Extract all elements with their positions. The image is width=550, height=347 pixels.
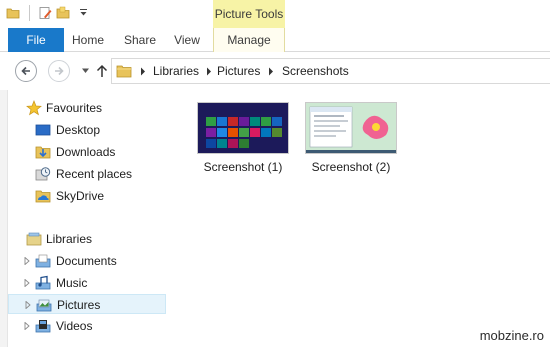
sidebar-item-music[interactable]: Music [8,273,166,293]
chevron-right-icon[interactable] [140,67,146,76]
sidebar-item-downloads[interactable]: Downloads [8,142,166,162]
navigation-bar: Libraries Pictures Screenshots [0,52,550,90]
chevron-right-icon[interactable] [268,67,274,76]
libraries-header[interactable]: Libraries [8,229,166,249]
folder-icon[interactable] [6,6,20,20]
ribbon-tab-bar: File Home Share View Manage [0,28,550,52]
sidebar-item-label: Pictures [57,298,101,312]
file-name: Screenshot (2) [311,160,391,174]
sidebar-item-desktop[interactable]: Desktop [8,120,166,140]
sidebar-item-label: Videos [56,319,93,333]
forward-button[interactable] [48,60,70,82]
sidebar-item-recent-places[interactable]: Recent places [8,164,166,184]
recent-locations-dropdown-icon[interactable] [81,66,90,75]
sidebar-item-label: Documents [56,254,117,268]
up-arrow-icon[interactable] [96,64,108,78]
tab-file[interactable]: File [8,28,64,52]
tab-view[interactable]: View [168,28,206,52]
desktop-icon [35,124,51,136]
music-library-icon [35,275,51,290]
thumbnail-desktop [305,102,397,154]
properties-icon[interactable] [38,6,52,20]
libraries-icon [26,232,42,246]
tab-home[interactable]: Home [66,28,110,52]
expand-arrow-icon[interactable] [24,322,30,330]
skydrive-icon [35,190,51,203]
sidebar-item-label: Recent places [56,167,133,181]
sidebar-item-documents[interactable]: Documents [8,251,166,271]
pictures-library-icon [36,299,52,312]
breadcrumb-screenshots[interactable]: Screenshots [282,64,349,78]
expand-arrow-icon[interactable] [24,257,30,265]
sidebar-item-skydrive[interactable]: SkyDrive [8,186,166,206]
breadcrumb-libraries[interactable]: Libraries [153,64,199,78]
recent-places-icon [35,167,51,181]
address-bar[interactable]: Libraries Pictures Screenshots [111,58,550,84]
qat-separator [29,5,30,21]
arrow-left-icon [21,66,30,76]
tab-manage[interactable]: Manage [213,28,285,52]
thumbnail-start-screen [197,102,289,154]
desktop-thumbnail-art [306,106,396,153]
folder-icon [116,65,132,78]
tab-share[interactable]: Share [118,28,162,52]
favourites-header[interactable]: Favourites [8,98,166,118]
navigation-pane-edge [0,90,8,347]
file-item[interactable]: Screenshot (1) [184,102,302,174]
back-button[interactable] [15,60,37,82]
downloads-icon [35,146,51,159]
expand-arrow-icon[interactable] [25,301,31,309]
sidebar-item-label: Desktop [56,123,101,137]
file-item[interactable]: Screenshot (2) [292,102,410,174]
file-list: Screenshot (1) Screenshot (2) [168,90,550,347]
file-name: Screenshot (1) [203,160,283,174]
breadcrumb-pictures[interactable]: Pictures [217,64,260,78]
sidebar-item-pictures[interactable]: Pictures [8,294,166,314]
chevron-right-icon[interactable] [206,67,212,76]
customize-toolbar-dropdown-icon[interactable] [79,8,88,17]
favourites-label: Favourites [46,101,103,115]
sidebar-item-label: Downloads [56,145,116,159]
videos-library-icon [35,320,51,333]
star-icon [26,100,42,116]
new-folder-icon[interactable] [56,6,70,20]
sidebar-item-label: Music [56,276,88,290]
sidebar-item-label: SkyDrive [56,189,105,203]
documents-library-icon [35,254,51,268]
picture-tools-group-label: Picture Tools [213,0,285,28]
sidebar-item-videos[interactable]: Videos [8,316,166,336]
libraries-label: Libraries [46,232,93,246]
expand-arrow-icon[interactable] [24,279,30,287]
arrow-right-icon [55,66,64,76]
watermark: mobzine.ro [479,328,544,343]
